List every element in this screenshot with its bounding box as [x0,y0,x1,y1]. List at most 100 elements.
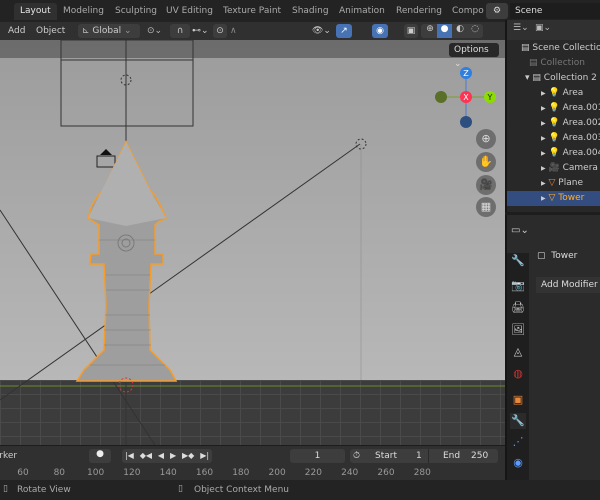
camera-frame [60,40,194,127]
add-modifier-button[interactable]: Add Modifier [536,277,600,293]
viewport-header: Add Object ⊾ Global ⌄ ⊙⌄ ∩ ⊷⌄ ⊙ ∧ 👁⌄ ↗ ◉… [0,22,505,40]
snap-target-icon[interactable]: ⊷⌄ [192,24,209,38]
properties-editor: ▭⌄ 🔧 📷 🖨 🖼 ◬ ◍ ▣ 🔧 ⋰ ◉ ▢ Tower Add Modif… [505,215,600,480]
snap-icon[interactable]: ∩ [170,24,190,38]
falloff-icon[interactable]: ∧ [230,24,237,38]
outliner-item[interactable]: ▶ 💡 Area.002 [507,116,600,131]
tool-tab-icon[interactable]: 🔧 [510,253,526,269]
gizmo-toggle-icon[interactable]: ↗ [336,24,352,38]
filter-icon[interactable]: ▣⌄ [535,23,551,33]
light-icon: 💡 [548,103,560,113]
editor-type-icon[interactable]: ▭⌄ [511,225,529,236]
prev-keyframe-icon[interactable]: ◆◀ [140,449,152,463]
tab-shading[interactable]: Shading [286,3,335,20]
current-frame-field[interactable]: 1 [290,449,345,463]
frame-tick-label: 180 [232,468,250,478]
modifier-tab-icon[interactable]: 🔧 [510,413,526,429]
outliner-item[interactable]: ▶ 💡 Area.001 [507,101,600,116]
tab-animation[interactable]: Animation [333,3,391,20]
visibility-icon[interactable]: 👁⌄ [312,24,331,38]
stopwatch-icon[interactable]: ⏱ [353,449,360,463]
status-bar: ▯ Rotate View ▯ Object Context Menu [0,480,600,500]
outliner-header: ☰⌄ ▣⌄ [507,20,600,40]
camera-view-icon[interactable]: 🎥 [476,175,496,195]
3d-viewport[interactable]: Z X Y Options ⌄ ⊕ ✋ 🎥 ▦ [0,40,505,445]
play-icon[interactable]: ▶ [170,449,176,463]
start-frame-field[interactable]: 1 [416,449,422,463]
tab-layout[interactable]: Layout [14,3,57,20]
tab-compositing[interactable]: Compo [446,3,490,20]
outliner-item[interactable]: ▶ ▽ Plane [507,176,600,191]
object-icon: ▢ [537,251,546,261]
tab-uv-editing[interactable]: UV Editing [160,3,219,20]
start-label: Start [375,451,397,461]
frame-range: ⏱ Start 1 End 250 [350,449,498,463]
frame-tick-label: 80 [53,468,66,478]
expand-arrow-icon[interactable]: ▾ [525,73,530,83]
xray-icon[interactable]: ▣ [404,24,418,38]
outliner-item[interactable]: ▶ 🎥 Camera [507,161,600,176]
object-tab-icon[interactable]: ▣ [510,392,526,408]
mesh-icon: ▽ [548,193,556,203]
frame-tick-label: 140 [159,468,177,478]
collection-icon: ▤ [529,58,538,68]
end-label: End [443,451,461,461]
scene-selector-icon[interactable]: ⚙ [486,3,508,19]
auto-keying-button[interactable]: ● [89,449,111,463]
camera-icon: 🎥 [548,163,560,173]
play-reverse-icon[interactable]: ◀ [158,449,164,463]
world-tab-icon[interactable]: ◍ [510,366,526,382]
jump-start-icon[interactable]: |◀ [125,449,134,463]
scene-name-field[interactable]: Scene [510,3,600,19]
tab-texture-paint[interactable]: Texture Paint [217,3,287,20]
wireframe-shading-icon[interactable]: ⊕ [423,24,437,34]
orthographic-grid-icon[interactable]: ▦ [476,197,496,217]
material-shading-icon[interactable]: ◐ [453,24,467,34]
navigation-gizmo[interactable]: Z X Y [435,67,496,128]
frame-tick-label: 60 [17,468,29,478]
add-menu[interactable]: Add [8,24,25,38]
outliner-item-selected[interactable]: ▶ ▽ Tower [507,191,600,206]
pivot-icon[interactable]: ⊙⌄ [147,24,162,38]
properties-tabs: 🔧 📷 🖨 🖼 ◬ ◍ ▣ 🔧 ⋰ ◉ [507,253,529,480]
next-keyframe-icon[interactable]: ▶◆ [182,449,194,463]
output-tab-icon[interactable]: 🖨 [510,300,526,316]
tab-rendering[interactable]: Rendering [390,3,448,20]
scene-objects: Z X Y [0,40,505,445]
zoom-icon[interactable]: ⊕ [476,129,496,149]
tab-sculpting[interactable]: Sculpting [109,3,163,20]
mouse-right-icon: ▯ [178,484,183,494]
end-frame-field[interactable]: 250 [471,449,488,463]
tower-mesh[interactable] [75,140,178,382]
particles-tab-icon[interactable]: ⋰ [510,434,526,450]
pan-hand-icon[interactable]: ✋ [476,152,496,172]
z-label: Z [463,69,469,78]
outliner-item[interactable]: ▤ Collection [507,56,600,71]
workspace-tabs-bar: Layout Modeling Sculpting UV Editing Tex… [0,0,600,22]
view-layer-tab-icon[interactable]: 🖼 [510,322,526,338]
marker-menu[interactable]: Marker [0,451,17,461]
transform-orientation-dropdown[interactable]: ⊾ Global ⌄ [78,24,140,38]
mouse-left-icon: ▯ [3,484,8,494]
physics-tab-icon[interactable]: ◉ [510,455,526,471]
outliner-item[interactable]: ▾ ▤ Collection 2 [507,71,600,86]
outliner-item[interactable]: ▶ 💡 Area.004 [507,146,600,161]
x-label: X [463,93,469,102]
neg-z-axis-icon [460,116,472,128]
frame-tick-label: 280 [413,468,431,478]
solid-shading-icon[interactable]: ● [437,24,452,38]
camera-object-icon [96,149,116,168]
display-mode-icon[interactable]: ☰⌄ [513,23,529,33]
rendered-shading-icon[interactable]: ◌ [468,24,482,34]
outliner-item[interactable]: ▶ 💡 Area.003 [507,131,600,146]
tab-modeling[interactable]: Modeling [57,3,110,20]
outliner-item[interactable]: ▤ Scene Collection [507,41,600,56]
outliner-item[interactable]: ▶ 💡 Area [507,86,600,101]
proportional-edit-icon[interactable]: ⊙ [213,24,227,38]
render-tab-icon[interactable]: 📷 [510,278,526,294]
scene-tab-icon[interactable]: ◬ [510,344,526,360]
jump-end-icon[interactable]: ▶| [200,449,209,463]
overlay-toggle-icon[interactable]: ◉ [372,24,388,38]
options-dropdown[interactable]: Options ⌄ [449,43,499,69]
object-menu[interactable]: Object [36,24,65,38]
